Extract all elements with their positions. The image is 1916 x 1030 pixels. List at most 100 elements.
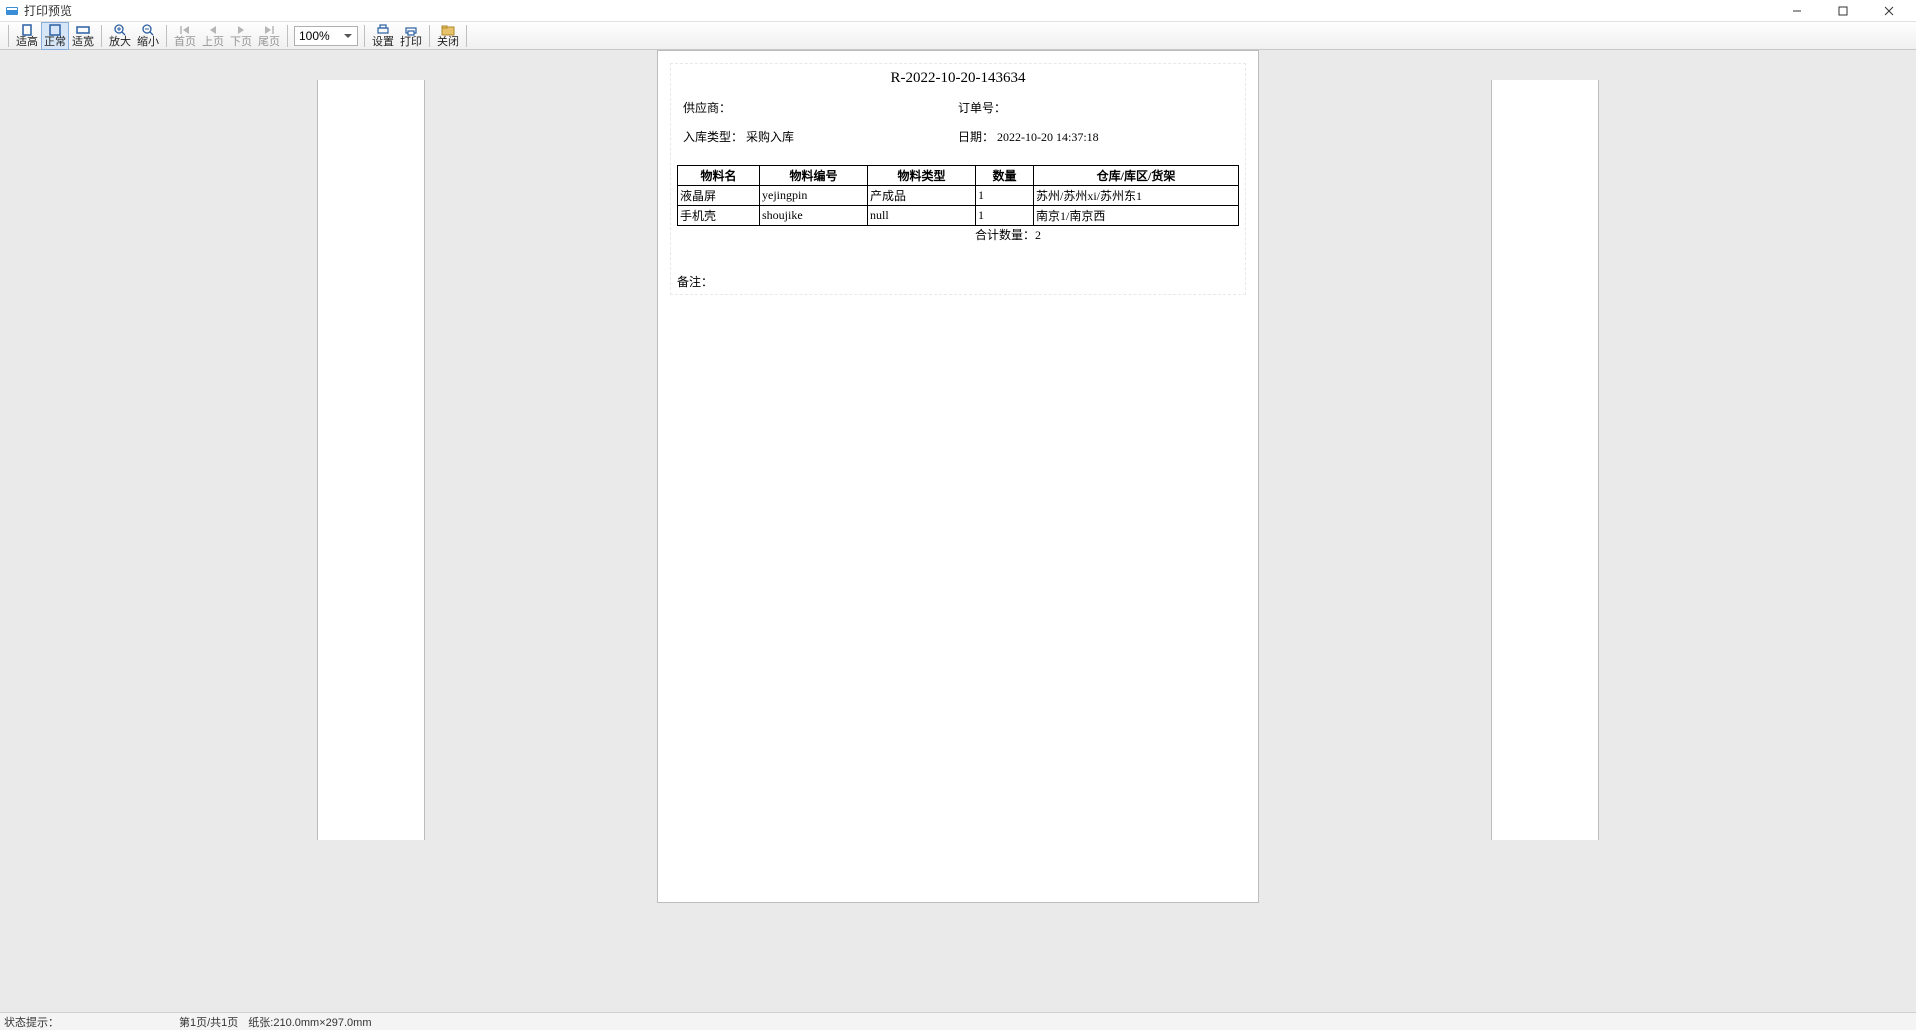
toolbar-separator — [429, 25, 430, 47]
cell-type: null — [868, 206, 976, 226]
status-paper: 纸张:210.0mm×297.0mm — [248, 1014, 371, 1030]
table-body: 液晶屏 yejingpin 产成品 1 苏州/苏州xi/苏州东1 手机壳 sho… — [678, 186, 1239, 226]
normal-zoom-label: 正常 — [44, 36, 66, 48]
cell-type: 产成品 — [868, 186, 976, 206]
table-row: 液晶屏 yejingpin 产成品 1 苏州/苏州xi/苏州东1 — [678, 186, 1239, 206]
nav-group: 首页 上页 下页 尾页 — [171, 22, 283, 50]
normal-zoom-button[interactable]: 正常 — [41, 22, 69, 50]
zoom-select-wrap — [294, 26, 358, 46]
settings-button[interactable]: 设置 — [369, 22, 397, 50]
window-title: 打印预览 — [24, 2, 1774, 19]
next-page-button[interactable]: 下页 — [227, 22, 255, 50]
th-type: 物料类型 — [868, 166, 976, 186]
page-content: R-2022-10-20-143634 供应商： 订单号： 入库类型： 采购入库 — [670, 63, 1246, 295]
supplier-label: 供应商： — [683, 101, 731, 115]
zoom-group: 放大 缩小 — [106, 22, 162, 50]
paper-value: 210.0mm×297.0mm — [273, 1017, 371, 1029]
toolbar-separator — [466, 25, 467, 47]
toolbar: 适高 正常 适宽 放大 缩小 首页 上页 — [0, 22, 1916, 50]
total-label: 合计数量： — [975, 228, 1035, 242]
intype-label: 入库类型： — [683, 130, 743, 144]
total-row: 合计数量：2 — [675, 226, 1241, 243]
th-code: 物料编号 — [760, 166, 868, 186]
minimize-button[interactable] — [1774, 0, 1820, 22]
prev-page-button[interactable]: 上页 — [199, 22, 227, 50]
intype-field: 入库类型： 采购入库 — [683, 128, 958, 145]
toolbar-separator — [364, 25, 365, 47]
cell-name: 液晶屏 — [678, 186, 760, 206]
statusbar: 状态提示： 第1页/共1页 纸张:210.0mm×297.0mm — [0, 1012, 1916, 1030]
first-page-button[interactable]: 首页 — [171, 22, 199, 50]
prev-page-label: 上页 — [202, 36, 224, 48]
status-hint-label: 状态提示： — [4, 1017, 59, 1029]
cell-name: 手机壳 — [678, 206, 760, 226]
maximize-button[interactable] — [1820, 0, 1866, 22]
normal-zoom-icon — [47, 24, 63, 36]
th-qty: 数量 — [976, 166, 1034, 186]
th-name: 物料名 — [678, 166, 760, 186]
status-hint: 状态提示： — [4, 1014, 59, 1030]
total-value: 2 — [1035, 228, 1041, 242]
zoom-fit-group: 适高 正常 适宽 — [13, 22, 97, 50]
page-1: R-2022-10-20-143634 供应商： 订单号： 入库类型： 采购入库 — [657, 50, 1259, 903]
prev-page-icon — [205, 24, 221, 36]
zoom-out-label: 缩小 — [137, 36, 159, 48]
zoom-out-button[interactable]: 缩小 — [134, 22, 162, 50]
action-group: 设置 打印 — [369, 22, 425, 50]
cell-code: yejingpin — [760, 186, 868, 206]
preview-area[interactable]: R-2022-10-20-143634 供应商： 订单号： 入库类型： 采购入库 — [0, 50, 1916, 1012]
toolbar-separator — [287, 25, 288, 47]
next-page-icon — [233, 24, 249, 36]
zoom-in-label: 放大 — [109, 36, 131, 48]
folder-close-icon — [440, 24, 456, 36]
window-controls — [1774, 0, 1912, 22]
close-group: 关闭 — [434, 22, 462, 50]
status-page: 第1页/共1页 — [179, 1014, 238, 1030]
zoom-select[interactable] — [294, 26, 358, 46]
fit-height-button[interactable]: 适高 — [13, 22, 41, 50]
remark-field: 备注： — [677, 273, 1239, 290]
close-icon — [1884, 6, 1894, 16]
close-button[interactable]: 关闭 — [434, 22, 462, 50]
close-label: 关闭 — [437, 36, 459, 48]
table-row: 手机壳 shoujike null 1 南京1/南京西 — [678, 206, 1239, 226]
fit-width-button[interactable]: 适宽 — [69, 22, 97, 50]
last-page-button[interactable]: 尾页 — [255, 22, 283, 50]
cell-qty: 1 — [976, 186, 1034, 206]
intype-value: 采购入库 — [746, 130, 794, 144]
supplier-field: 供应商： — [683, 99, 958, 116]
close-window-button[interactable] — [1866, 0, 1912, 22]
zoom-in-button[interactable]: 放大 — [106, 22, 134, 50]
table-header: 物料名 物料编号 物料类型 数量 仓库/库区/货架 — [678, 166, 1239, 186]
fit-width-icon — [75, 24, 91, 36]
fit-height-icon — [19, 24, 35, 36]
toolbar-separator — [8, 25, 9, 47]
th-location: 仓库/库区/货架 — [1034, 166, 1239, 186]
app-icon — [4, 3, 20, 19]
next-page-slot — [1491, 80, 1599, 840]
first-page-label: 首页 — [174, 36, 196, 48]
info-row-1: 供应商： 订单号： — [675, 97, 1241, 118]
prev-page-slot — [317, 80, 425, 840]
info-row-2: 入库类型： 采购入库 日期： 2022-10-20 14:37:18 — [675, 126, 1241, 147]
cell-location: 南京1/南京西 — [1034, 206, 1239, 226]
printer-icon — [403, 24, 419, 36]
titlebar: 打印预览 — [0, 0, 1916, 22]
document-title: R-2022-10-20-143634 — [675, 68, 1241, 97]
print-button[interactable]: 打印 — [397, 22, 425, 50]
cell-code: shoujike — [760, 206, 868, 226]
remark-label: 备注： — [677, 275, 713, 289]
page-strip: R-2022-10-20-143634 供应商： 订单号： 入库类型： 采购入库 — [317, 50, 1599, 903]
print-label: 打印 — [400, 36, 422, 48]
next-page-label: 下页 — [230, 36, 252, 48]
last-page-label: 尾页 — [258, 36, 280, 48]
date-field: 日期： 2022-10-20 14:37:18 — [958, 128, 1233, 145]
minimize-icon — [1792, 6, 1802, 16]
date-value: 2022-10-20 14:37:18 — [997, 130, 1099, 144]
order-field: 订单号： — [958, 99, 1233, 116]
fit-height-label: 适高 — [16, 36, 38, 48]
last-page-icon — [261, 24, 277, 36]
fit-width-label: 适宽 — [72, 36, 94, 48]
zoom-in-icon — [112, 24, 128, 36]
materials-table: 物料名 物料编号 物料类型 数量 仓库/库区/货架 液晶屏 yejingpin … — [677, 165, 1239, 226]
